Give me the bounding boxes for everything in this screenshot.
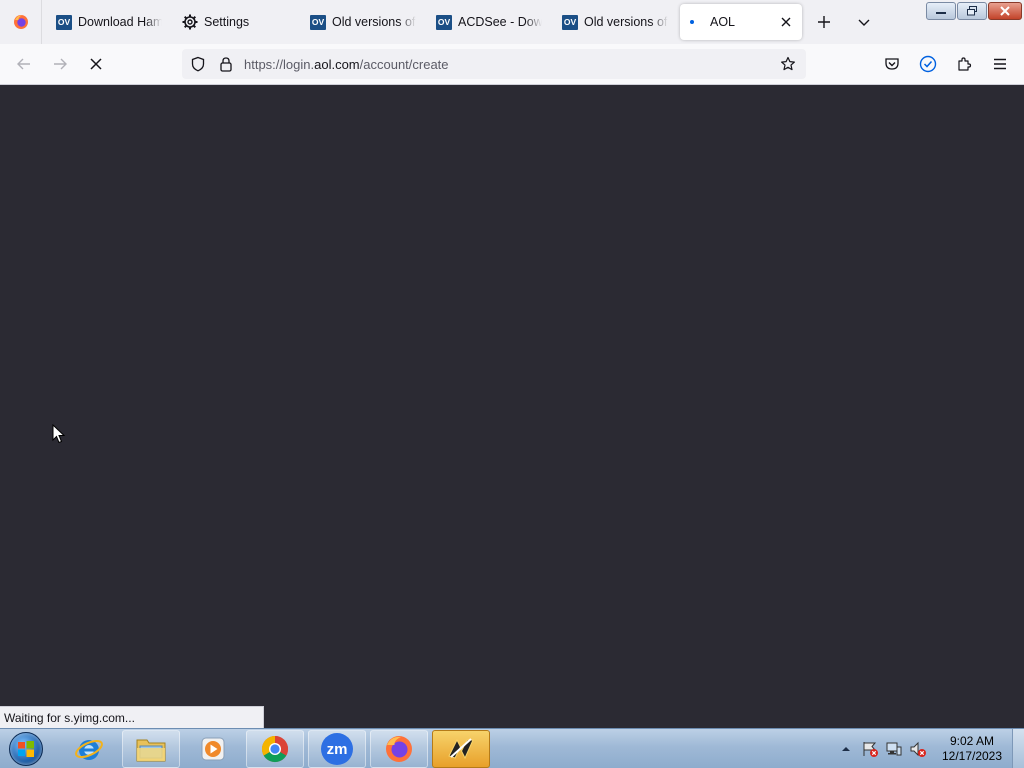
clock-time: 9:02 AM [949,734,995,748]
taskbar-winamp[interactable] [432,730,490,768]
app-menu-button[interactable] [986,50,1014,78]
list-all-tabs-button[interactable] [850,8,878,36]
action-center-icon[interactable] [860,739,880,759]
new-tab-button[interactable] [810,8,838,36]
network-icon[interactable] [884,739,904,759]
url-text[interactable]: https://login.aol.com/account/create [244,57,449,72]
file-explorer-icon [136,739,166,762]
close-icon [1000,6,1010,16]
tab-old-versions-1[interactable]: OV Old versions of [302,4,424,40]
tab-strip: OV Download Ham Settings OV Old versions… [0,0,1024,44]
tab-old-versions-2[interactable]: OV Old versions of [554,4,676,40]
chevron-down-icon [858,19,870,26]
back-button[interactable] [10,50,38,78]
status-panel: Waiting for s.yimg.com... [0,706,264,728]
navigation-toolbar: https://login.aol.com/account/create [0,44,1024,85]
close-tab-button[interactable] [778,14,794,30]
chrome-icon [261,735,289,763]
taskbar-file-explorer[interactable] [122,730,180,768]
system-tray: 9:02 AM 12/17/2023 [834,729,1024,768]
page-content: Waiting for s.yimg.com... [0,85,1024,728]
clock-date: 12/17/2023 [941,749,1003,763]
internet-explorer-icon [75,739,103,760]
tracking-protection-icon[interactable] [190,56,206,72]
stop-icon [90,58,102,70]
ov-icon: OV [56,14,72,30]
tab-label: Old versions of [332,15,416,29]
clock[interactable]: 9:02 AM 12/17/2023 [936,734,1008,764]
taskbar-chrome[interactable] [246,730,304,768]
start-button[interactable] [4,730,48,768]
download-check-icon [919,55,937,73]
url-bar[interactable]: https://login.aol.com/account/create [182,49,806,79]
tab-download-ham[interactable]: OV Download Ham [48,4,170,40]
puzzle-icon [958,57,972,71]
show-desktop-button[interactable] [1012,729,1024,768]
hamburger-menu-icon [994,58,1006,70]
ov-icon: OV [310,14,326,30]
close-window-button[interactable] [988,2,1022,20]
window-controls [926,2,1022,20]
windows-logo-icon [9,732,43,766]
show-hidden-icons-button[interactable] [836,739,856,759]
ov-icon: OV [436,14,452,30]
tab-label: Settings [204,15,250,29]
extensions-button[interactable] [950,50,978,78]
firefox-icon [13,15,28,29]
minimize-icon [936,12,946,14]
zoom-icon: zm [321,733,353,765]
tab-acdsee[interactable]: OV ACDSee - Down [428,4,550,40]
close-icon [781,17,791,27]
chevron-up-icon [842,747,850,751]
gear-icon [182,14,198,30]
tab-settings[interactable]: Settings [174,4,298,40]
pocket-icon [885,58,899,70]
taskbar-internet-explorer[interactable] [60,730,118,768]
downloads-button[interactable] [914,50,942,78]
lock-icon[interactable] [218,56,234,72]
mouse-cursor-icon [52,424,66,444]
taskbar: zm 9:02 AM 12/17/2023 [0,728,1024,768]
winamp-icon [448,738,474,760]
plus-icon [818,16,830,28]
firefox-view-button[interactable] [0,0,42,44]
loading-dot-icon [688,14,704,30]
arrow-left-icon [17,58,30,70]
media-player-icon [201,737,225,761]
firefox-icon [386,736,412,762]
tab-label: Old versions of [584,15,668,29]
arrow-right-icon [54,58,67,70]
pocket-button[interactable] [878,50,906,78]
forward-button[interactable] [46,50,74,78]
restore-button[interactable] [957,2,987,20]
taskbar-zoom[interactable]: zm [308,730,366,768]
taskbar-firefox[interactable] [370,730,428,768]
tab-aol[interactable]: AOL [680,4,802,40]
tab-label: Download Ham [78,15,162,29]
tab-label: ACDSee - Down [458,15,542,29]
minimize-button[interactable] [926,2,956,20]
volume-muted-icon[interactable] [908,739,928,759]
taskbar-media-player[interactable] [184,730,242,768]
bookmark-star-icon[interactable] [780,56,796,72]
ov-icon: OV [562,14,578,30]
tab-label: AOL [710,15,736,29]
restore-icon [967,6,977,16]
stop-button[interactable] [82,50,110,78]
